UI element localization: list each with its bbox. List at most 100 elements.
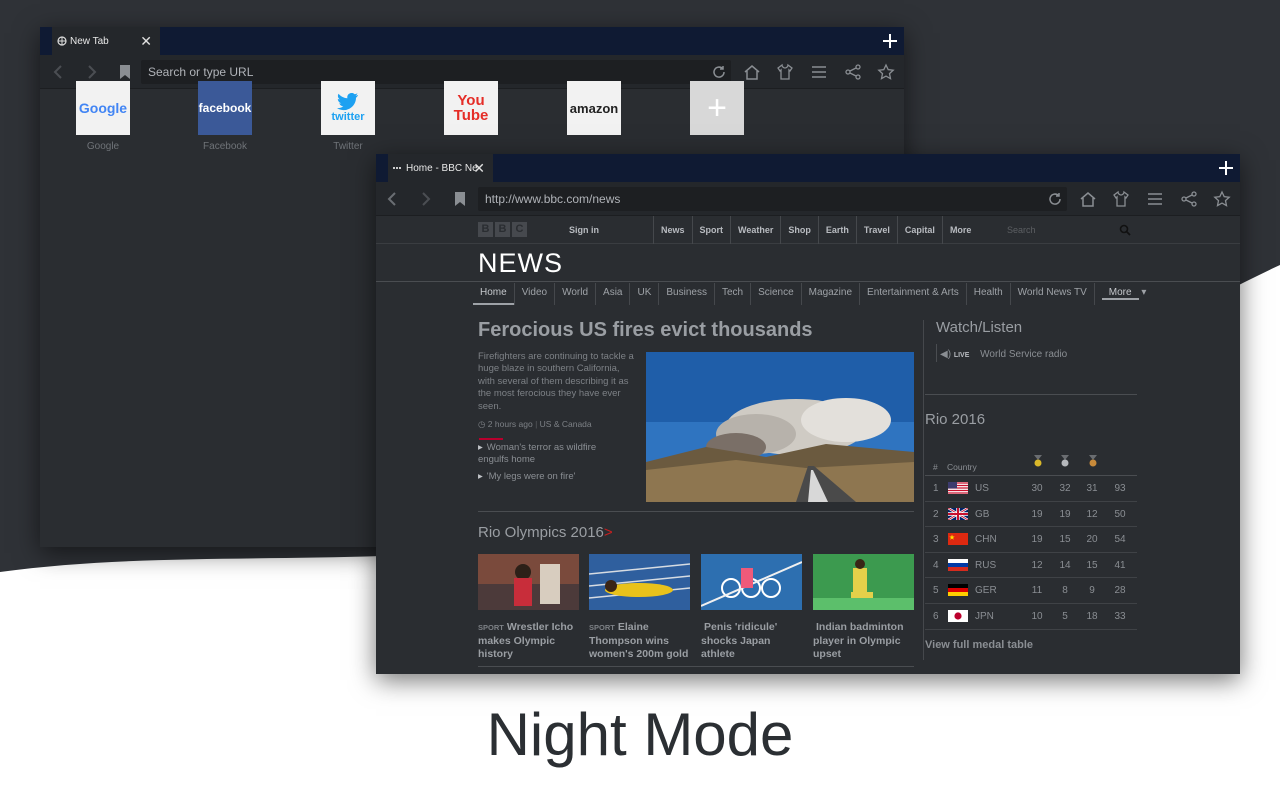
medal-row[interactable]: 2 GB 19 19 12 50 bbox=[925, 502, 1137, 528]
nav-travel[interactable]: Travel bbox=[855, 216, 897, 244]
bbc-search-box[interactable]: Search bbox=[999, 221, 1139, 239]
story-card[interactable]: Penis 'ridicule' shocks Japan athlete bbox=[700, 554, 803, 662]
add-tile-plus: + bbox=[690, 81, 744, 135]
country: US bbox=[975, 483, 989, 494]
nav-shop[interactable]: Shop bbox=[780, 216, 818, 244]
medal-row[interactable]: 4 RUS 12 14 15 41 bbox=[925, 553, 1137, 579]
story-card[interactable]: Sport Wrestler Icho makes Olympic history bbox=[478, 554, 579, 662]
subnav-video[interactable]: Video bbox=[513, 283, 554, 305]
silver-count: 15 bbox=[1059, 534, 1071, 546]
back-icon[interactable] bbox=[384, 190, 402, 208]
related-link-2[interactable]: 'My legs were on fire' bbox=[478, 471, 628, 483]
rio-olympics-section-title[interactable]: Rio Olympics 2016> bbox=[478, 524, 613, 541]
tab-new-tab[interactable]: New Tab ✕ bbox=[52, 27, 160, 55]
related-link-1[interactable]: Woman's terror as wildfire engulfs home bbox=[478, 442, 628, 466]
bookmark-icon[interactable] bbox=[116, 63, 134, 81]
total-count: 54 bbox=[1114, 534, 1126, 546]
divider bbox=[925, 394, 1137, 395]
bronze-count: 18 bbox=[1086, 611, 1098, 622]
subnav-world-news-tv[interactable]: World News TV bbox=[1009, 283, 1094, 305]
subnav-uk[interactable]: UK bbox=[629, 283, 658, 305]
story-section[interactable]: US & Canada bbox=[540, 419, 592, 429]
rank: 5 bbox=[933, 585, 939, 597]
medal-row[interactable]: 1 US 30 32 31 93 bbox=[925, 476, 1137, 502]
speed-dial-facebook[interactable]: facebook Facebook bbox=[198, 81, 252, 152]
home-icon[interactable] bbox=[743, 63, 761, 81]
subnav-home[interactable]: Home bbox=[473, 283, 514, 305]
facebook-logo: facebook bbox=[198, 81, 252, 135]
medal-row[interactable]: 5 GER 11 8 9 28 bbox=[925, 578, 1137, 604]
home-icon[interactable] bbox=[1079, 190, 1097, 208]
speed-dial-amazon[interactable]: amazon bbox=[567, 81, 621, 135]
subnav-business[interactable]: Business bbox=[658, 283, 714, 305]
rio-2016-title[interactable]: Rio 2016 bbox=[925, 411, 985, 428]
nav-weather[interactable]: Weather bbox=[730, 216, 780, 244]
subnav-magazine[interactable]: Magazine bbox=[800, 283, 859, 305]
close-icon[interactable]: ✕ bbox=[473, 160, 485, 176]
subnav-health[interactable]: Health bbox=[965, 283, 1010, 305]
top-story-headline[interactable]: Ferocious US fires evict thousands bbox=[478, 319, 813, 342]
nav-capital[interactable]: Capital bbox=[896, 216, 942, 244]
bbc-top-bar: B B C Sign in News Sport Weather Shop Ea… bbox=[376, 216, 1240, 244]
nav-news[interactable]: News bbox=[653, 216, 692, 244]
rank-header: # bbox=[933, 462, 938, 472]
story-text: Penis 'ridicule' shocks Japan athlete bbox=[701, 621, 778, 660]
nav-more[interactable]: More bbox=[941, 216, 979, 244]
subnav-tech[interactable]: Tech bbox=[713, 283, 750, 305]
reload-icon[interactable] bbox=[711, 64, 727, 80]
full-medal-table-link[interactable]: View full medal table bbox=[925, 639, 1033, 651]
speed-dial-google[interactable]: Google Google bbox=[76, 81, 130, 152]
speed-dial-add[interactable]: + bbox=[690, 81, 744, 135]
rank: 6 bbox=[933, 611, 939, 622]
story-card[interactable]: Sport Elaine Thompson wins women's 200m g… bbox=[588, 554, 691, 662]
star-icon[interactable] bbox=[877, 63, 895, 81]
live-radio-link[interactable]: ◀) LIVE World Service radio bbox=[940, 349, 1067, 360]
forward-icon[interactable] bbox=[416, 190, 434, 208]
bird-icon bbox=[337, 93, 358, 111]
us-flag-icon bbox=[948, 482, 968, 494]
news-title[interactable]: NEWS bbox=[478, 248, 563, 279]
menu-icon[interactable] bbox=[810, 63, 828, 81]
tab-bar: New Tab ✕ bbox=[40, 27, 904, 55]
shirt-icon[interactable] bbox=[776, 63, 794, 81]
close-icon[interactable]: ✕ bbox=[140, 33, 152, 49]
country: GB bbox=[975, 508, 990, 520]
medal-row[interactable]: 6 JPN 10 5 18 33 bbox=[925, 604, 1137, 630]
country: CHN bbox=[975, 534, 997, 546]
reload-icon[interactable] bbox=[1047, 191, 1063, 207]
subnav-asia[interactable]: Asia bbox=[595, 283, 629, 305]
nav-earth[interactable]: Earth bbox=[817, 216, 856, 244]
bookmark-icon[interactable] bbox=[451, 190, 469, 208]
wildfire-photo[interactable] bbox=[646, 352, 914, 502]
bronze-count: 9 bbox=[1089, 585, 1095, 597]
gold-count: 11 bbox=[1031, 585, 1043, 597]
subnav-more[interactable]: More ▾ bbox=[1093, 283, 1154, 305]
plus-icon[interactable] bbox=[1216, 158, 1236, 178]
sign-in-link[interactable]: Sign in bbox=[569, 225, 599, 235]
bbc-logo[interactable]: B B C bbox=[478, 222, 527, 237]
share-icon[interactable] bbox=[1180, 190, 1198, 208]
menu-icon[interactable] bbox=[1146, 190, 1164, 208]
speed-dial-youtube[interactable]: You Tube bbox=[444, 81, 498, 135]
share-icon[interactable] bbox=[844, 63, 862, 81]
tab-bbc-news[interactable]: Home - BBC Ne ✕ bbox=[388, 154, 493, 182]
url-bar[interactable]: http://www.bbc.com/news bbox=[478, 187, 1067, 211]
plus-icon[interactable] bbox=[880, 31, 900, 51]
speed-dial-twitter[interactable]: twitter Twitter bbox=[321, 81, 375, 152]
forward-icon[interactable] bbox=[82, 63, 100, 81]
watch-listen-title[interactable]: Watch/Listen bbox=[936, 319, 1022, 336]
star-icon[interactable] bbox=[1213, 190, 1231, 208]
shirt-icon[interactable] bbox=[1112, 190, 1130, 208]
story-card[interactable]: Indian badminton player in Olympic upset bbox=[813, 554, 914, 662]
nav-sport[interactable]: Sport bbox=[691, 216, 731, 244]
front-browser-window: Home - BBC Ne ✕ http://www.bbc.com/news … bbox=[376, 154, 1240, 674]
story-text: Indian badminton player in Olympic upset bbox=[813, 621, 904, 660]
bbc-main-nav: News Sport Weather Shop Earth Travel Cap… bbox=[653, 216, 978, 244]
subnav-science[interactable]: Science bbox=[750, 283, 801, 305]
medal-row[interactable]: 3 CHN 19 15 20 54 bbox=[925, 527, 1137, 553]
clock-icon: ◷ bbox=[478, 419, 486, 429]
search-icon[interactable] bbox=[1119, 224, 1131, 236]
subnav-entertainment[interactable]: Entertainment & Arts bbox=[859, 283, 966, 305]
back-icon[interactable] bbox=[50, 63, 68, 81]
subnav-world[interactable]: World bbox=[554, 283, 595, 305]
